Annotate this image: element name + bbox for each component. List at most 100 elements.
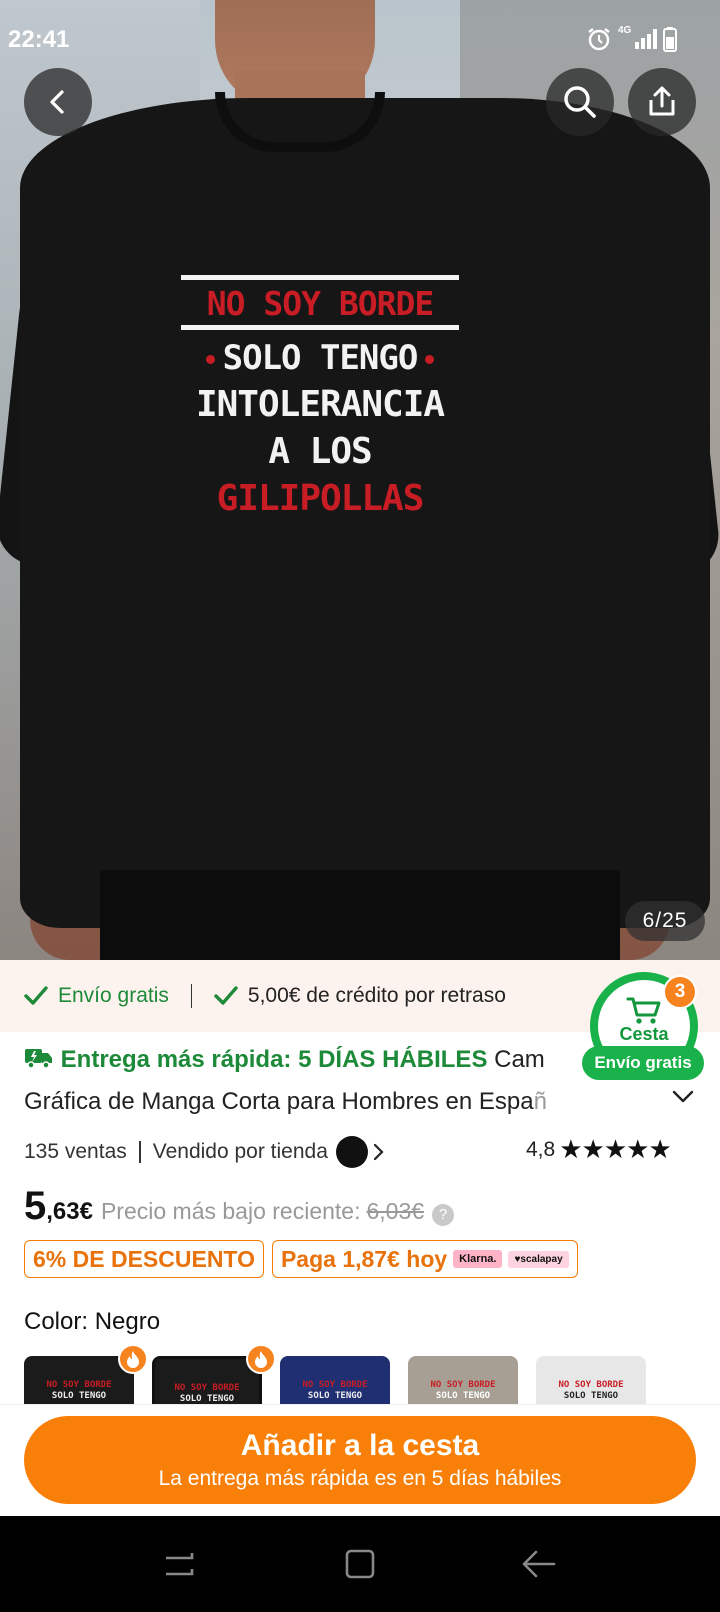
recents-button[interactable]: [162, 1548, 196, 1585]
search-icon: [564, 86, 596, 118]
back-button[interactable]: [24, 68, 92, 136]
alarm-icon: [586, 26, 612, 52]
recent-lowest-label: Precio más bajo reciente:: [100, 1198, 361, 1224]
back-arrow-icon: [50, 90, 64, 114]
share-button[interactable]: [628, 68, 696, 136]
status-bar: 22:41 4G: [0, 0, 720, 80]
product-title-fade: ñ: [533, 1088, 547, 1115]
swatch-print: NO SOY BORDE SOLO TENGO: [280, 1380, 390, 1402]
recents-icon: [166, 1553, 194, 1576]
model-pants: [100, 870, 620, 960]
battery-icon: [662, 26, 678, 52]
old-price: 6,03€: [366, 1198, 425, 1224]
swatch-print-top: NO SOY BORDE: [174, 1383, 240, 1393]
tshirt-print: NO SOY BORDE SOLO TENGO INTOLERANCIA A L…: [170, 275, 470, 519]
cart-label: Cesta: [619, 1023, 669, 1044]
price-decimal: ,63€: [46, 1198, 93, 1225]
swatch-print-top: NO SOY BORDE: [430, 1380, 496, 1390]
delay-credit-info: 5,00€ de crédito por retraso: [214, 984, 506, 1008]
sold-by-text: Vendido por tienda: [152, 1140, 328, 1163]
image-counter: 6/25: [625, 901, 705, 941]
delivery-promise: Entrega más rápida: 5 DÍAS HÁBILES: [60, 1046, 488, 1073]
cart-count-badge: 3: [663, 975, 697, 1009]
sold-by-store-link[interactable]: Vendido por tienda: [153, 1136, 384, 1168]
price-integer: 5: [24, 1184, 47, 1228]
color-label: Color: Negro: [24, 1308, 161, 1335]
divider: [138, 1141, 141, 1163]
add-to-cart-label: Añadir a la cesta: [240, 1429, 480, 1462]
delay-credit-text: 5,00€ de crédito por retraso: [247, 984, 506, 1007]
swatch-print-bottom: SOLO TENGO: [307, 1391, 363, 1401]
rating-stars-icon: ★★★★★: [559, 1134, 672, 1164]
swatch-print: NO SOY BORDE SOLO TENGO: [536, 1380, 646, 1402]
print-dot-left: [205, 355, 215, 364]
discount-badge: 6% DE DESCUENTO: [24, 1240, 264, 1278]
print-line-4: A LOS: [268, 431, 372, 472]
home-button[interactable]: [344, 1548, 376, 1585]
swatch-print: NO SOY BORDE SOLO TENGO: [155, 1383, 259, 1404]
free-shipping-info: Envío gratis: [24, 984, 169, 1008]
network-type-icon: 4G: [618, 26, 631, 52]
product-title-text: Gráfica de Manga Corta para Hombres en E…: [24, 1088, 534, 1115]
delivery-truck-icon: [25, 1049, 52, 1069]
help-icon[interactable]: ?: [432, 1204, 455, 1226]
price-row: 5 ,63€ Precio más bajo reciente: 6,03€ ?: [24, 1184, 455, 1229]
swatch-black-1[interactable]: NO SOY BORDE SOLO TENGO: [24, 1356, 134, 1404]
klarna-logo: Klarna.: [453, 1250, 503, 1268]
print-rule-bottom: [181, 325, 459, 330]
swatch-black-selected[interactable]: NO SOY BORDE SOLO TENGO: [152, 1356, 262, 1404]
swatch-print-bottom: SOLO TENGO: [563, 1391, 619, 1401]
network-type-label: 4G: [618, 25, 632, 36]
rating-value: 4,8: [526, 1137, 556, 1161]
swatch-print-top: NO SOY BORDE: [302, 1380, 368, 1390]
rating[interactable]: 4,8 ★★★★★: [526, 1134, 672, 1165]
cart-icon: [626, 997, 661, 1024]
check-icon: [24, 986, 48, 1005]
cart-free-shipping-pill: Envío gratis: [582, 1046, 704, 1080]
promo-badges: 6% DE DESCUENTO Paga 1,87€ hoy Klarna. ♥…: [24, 1240, 578, 1278]
swatch-print-top: NO SOY BORDE: [46, 1380, 112, 1390]
search-button[interactable]: [546, 68, 614, 136]
store-logo: [335, 1136, 368, 1168]
free-shipping-text: Envío gratis: [58, 984, 169, 1007]
hot-badge-icon: [118, 1344, 148, 1374]
expand-title-button[interactable]: [672, 1090, 694, 1109]
system-nav-bar: [0, 1516, 720, 1612]
signal-icon: [634, 26, 660, 52]
print-line-3: INTOLERANCIA: [195, 384, 445, 425]
product-image[interactable]: NO SOY BORDE SOLO TENGO INTOLERANCIA A L…: [0, 0, 720, 960]
pay-today-text: Paga 1,87€ hoy: [280, 1245, 448, 1272]
back-nav-icon: [522, 1550, 556, 1578]
divider: [190, 984, 192, 1008]
swatch-print-bottom: SOLO TENGO: [435, 1391, 491, 1401]
swatch-print: NO SOY BORDE SOLO TENGO: [408, 1380, 518, 1402]
print-dot-right: [425, 355, 435, 364]
hot-badge-icon: [246, 1344, 276, 1374]
chevron-right-icon: [373, 1143, 384, 1161]
swatch-print-top: NO SOY BORDE: [558, 1380, 624, 1390]
add-to-cart-button[interactable]: Añadir a la cesta La entrega más rápida …: [24, 1416, 696, 1504]
swatch-navy[interactable]: NO SOY BORDE SOLO TENGO: [280, 1356, 390, 1404]
swatch-print: NO SOY BORDE SOLO TENGO: [24, 1380, 134, 1402]
swatch-print-bottom: SOLO TENGO: [51, 1391, 107, 1401]
swatch-white[interactable]: NO SOY BORDE SOLO TENGO: [536, 1356, 646, 1404]
print-line-2-text: SOLO TENGO: [222, 338, 419, 378]
check-icon: [214, 986, 238, 1005]
scalapay-logo: ♥scalapay: [508, 1250, 569, 1268]
pay-later-badge[interactable]: Paga 1,87€ hoy Klarna. ♥scalapay: [271, 1240, 578, 1278]
sales-count: 135 ventas: [24, 1140, 127, 1163]
sales-store-row: 135 ventas Vendido por tienda: [24, 1136, 384, 1168]
chevron-down-icon: [672, 1090, 694, 1103]
print-rule-top: [181, 275, 459, 280]
back-nav-button[interactable]: [520, 1548, 558, 1585]
swatch-gray[interactable]: NO SOY BORDE SOLO TENGO: [408, 1356, 518, 1404]
product-title-line-2[interactable]: Gráfica de Manga Corta para Hombres en E…: [24, 1088, 624, 1116]
print-line-1: NO SOY BORDE: [206, 284, 434, 323]
product-title-line-1: Entrega más rápida: 5 DÍAS HÁBILES Cam: [24, 1046, 604, 1074]
product-title-start: Cam: [487, 1046, 545, 1073]
print-line-5: GILIPOLLAS: [216, 478, 425, 519]
add-to-cart-sublabel: La entrega más rápida es en 5 días hábil…: [158, 1467, 562, 1490]
print-line-2: SOLO TENGO: [170, 338, 470, 378]
swatch-print-bottom: SOLO TENGO: [179, 1394, 235, 1404]
home-icon: [345, 1549, 375, 1579]
